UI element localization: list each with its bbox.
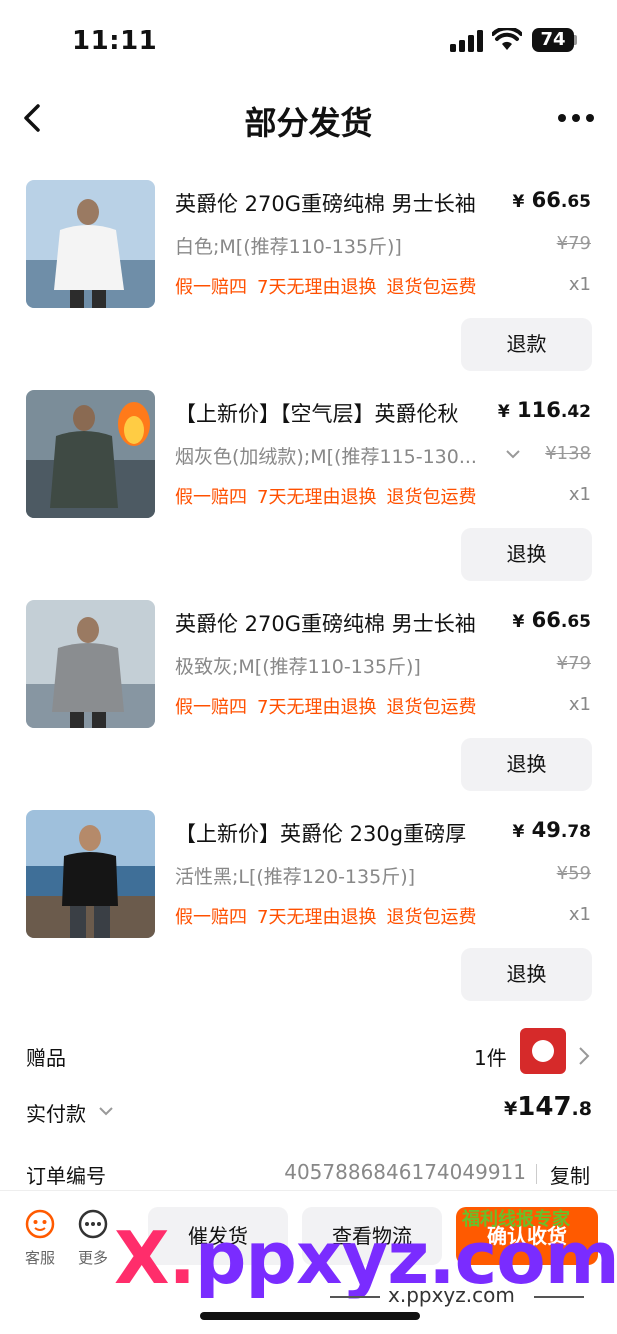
gift-count: 1件 [474,1046,507,1070]
tag: 退货包运费 [386,907,477,928]
tag: 假一赔四 [175,907,247,928]
gift-thumbnail [520,1028,566,1074]
divider [536,1164,537,1184]
page-title: 部分发货 [244,104,373,142]
tag: 7天无理由退换 [257,907,377,928]
product-original-price: ¥79 [556,653,591,674]
tag: 退货包运费 [386,487,477,508]
status-time: 11:11 [72,26,158,56]
tag: 假一赔四 [175,277,247,298]
wifi-icon [492,28,522,50]
tag: 假一赔四 [175,487,247,508]
product-original-price: ¥79 [556,233,591,254]
chevron-down-icon[interactable] [98,1106,114,1116]
product-service-tags: 假一赔四 7天无理由退换 退货包运费 [175,693,486,719]
battery-cap [574,35,577,45]
refund-button[interactable]: 退款 [461,318,592,371]
copy-order-button[interactable]: 复制 [550,1160,590,1189]
chevron-down-icon[interactable] [505,448,521,460]
product-quantity: x1 [568,484,591,505]
product-price: ¥ 66.65 [512,608,591,632]
product-original-price: ¥59 [556,863,591,884]
more-icon [78,1209,108,1239]
product-item[interactable]: 【上新价】【空气层】英爵伦秋 ¥ 116.42 烟灰色(加绒款);M[(推荐11… [0,390,617,600]
nav-bar: 部分发货 [0,82,617,158]
product-quantity: x1 [568,904,591,925]
product-quantity: x1 [568,274,591,295]
product-item[interactable]: 【上新价】英爵伦 230g重磅厚 ¥ 49.78 活性黑;L[(推荐120-13… [0,810,617,1020]
product-thumbnail[interactable] [26,810,155,938]
more-options-icon[interactable] [558,112,596,124]
product-title: 英爵伦 270G重磅纯棉 男士长袖 [175,612,476,636]
product-service-tags: 假一赔四 7天无理由退换 退货包运费 [175,903,486,929]
tag: 7天无理由退换 [257,487,377,508]
tag: 7天无理由退换 [257,277,377,298]
product-price: ¥ 66.65 [512,188,591,212]
return-exchange-button[interactable]: 退换 [461,528,592,581]
more-label: 更多 [77,1249,108,1267]
product-spec: 白色;M[(推荐110-135斤)] [175,236,402,258]
status-bar: 11:11 74 [0,0,617,82]
watermark-logo: X.ppxyz.com [114,1216,617,1300]
paid-amount: ¥147.8 [504,1092,592,1122]
order-number-label: 订单编号 [26,1164,106,1188]
tag: 退货包运费 [386,277,477,298]
customer-service-icon [25,1209,55,1239]
product-thumbnail[interactable] [26,180,155,308]
cellular-signal-icon [450,30,484,52]
gift-label: 赠品 [26,1046,66,1070]
product-original-price: ¥138 [545,443,591,464]
product-spec: 活性黑;L[(推荐120-135斤)] [175,866,416,888]
product-price: ¥ 49.78 [512,818,591,842]
product-title: 英爵伦 270G重磅纯棉 男士长袖 [175,192,476,216]
order-number-row: 订单编号 4057886846174049911 复制 [26,1154,592,1194]
product-spec: 极致灰;M[(推荐110-135斤)] [175,656,421,678]
home-indicator[interactable] [200,1312,420,1320]
product-item[interactable]: 英爵伦 270G重磅纯棉 男士长袖 ¥ 66.65 白色;M[(推荐110-13… [0,180,617,390]
product-quantity: x1 [568,694,591,715]
divider [330,1296,380,1298]
product-price: ¥ 116.42 [497,398,591,422]
more-button[interactable]: 更多 [73,1209,113,1268]
chevron-right-icon[interactable] [578,1046,590,1066]
tag: 退货包运费 [386,697,477,718]
product-title: 【上新价】【空气层】英爵伦秋 [175,402,459,426]
tag: 假一赔四 [175,697,247,718]
product-thumbnail[interactable] [26,600,155,728]
divider [534,1296,584,1298]
watermark-url: x.ppxyz.com [388,1283,515,1307]
paid-label: 实付款 [26,1102,86,1126]
return-exchange-button[interactable]: 退换 [461,948,592,1001]
order-number-value: 4057886846174049911 [284,1160,526,1184]
product-spec: 烟灰色(加绒款);M[(推荐115-130... [175,446,477,468]
product-item[interactable]: 英爵伦 270G重磅纯棉 男士长袖 ¥ 66.65 极致灰;M[(推荐110-1… [0,600,617,810]
product-title: 【上新价】英爵伦 230g重磅厚 [175,822,467,846]
product-service-tags: 假一赔四 7天无理由退换 退货包运费 [175,483,486,509]
gift-row[interactable]: 赠品 1件 [26,1028,592,1076]
customer-service-button[interactable]: 客服 [20,1209,60,1268]
product-thumbnail[interactable] [26,390,155,518]
product-service-tags: 假一赔四 7天无理由退换 退货包运费 [175,273,486,299]
tag: 7天无理由退换 [257,697,377,718]
paid-row[interactable]: 实付款 ¥147.8 [26,1092,592,1132]
return-exchange-button[interactable]: 退换 [461,738,592,791]
customer-service-label: 客服 [24,1249,55,1267]
battery-icon: 74 [532,28,574,52]
